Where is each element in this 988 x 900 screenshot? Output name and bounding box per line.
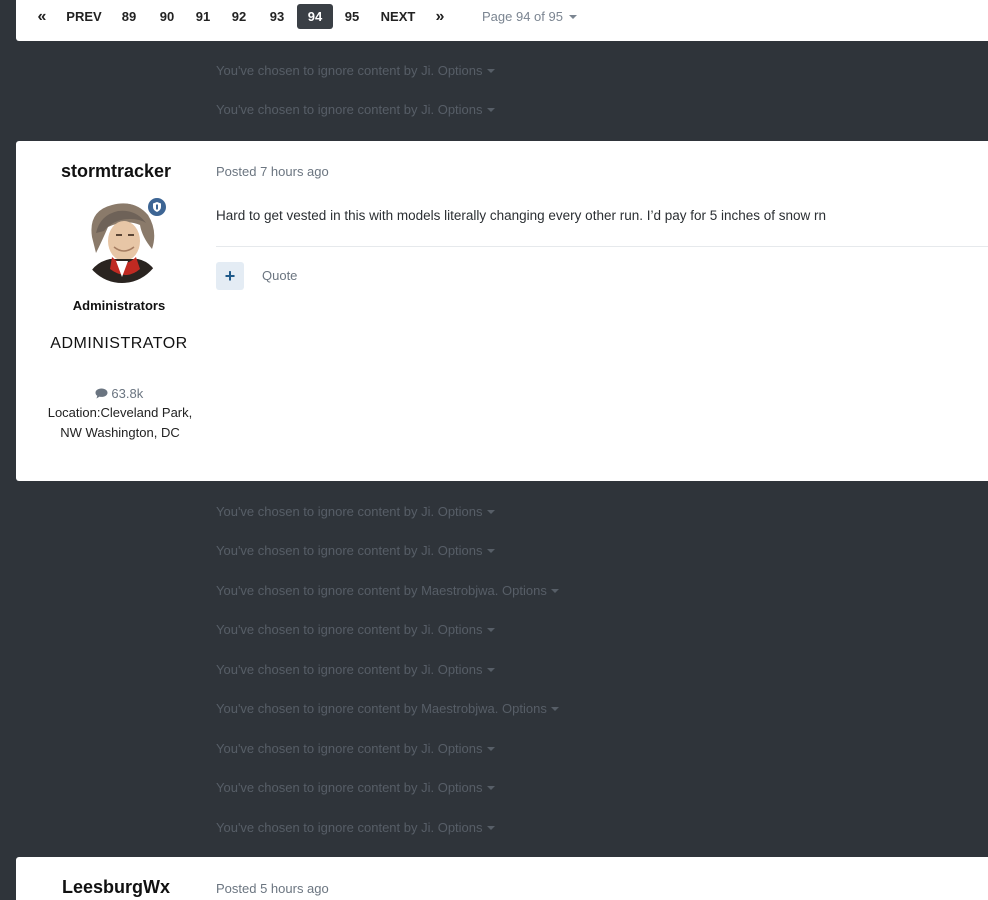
caret-down-icon [486, 825, 495, 830]
ignored-text: You've chosen to ignore content by Ji. O… [216, 504, 483, 519]
caret-down-icon [486, 548, 495, 553]
caret-down-icon [486, 627, 495, 632]
post-timestamp[interactable]: Posted 5 hours ago [216, 881, 329, 896]
ignored-content-notice[interactable]: You've chosen to ignore content by Ji. O… [216, 102, 495, 117]
caret-down-icon [486, 509, 495, 514]
caret-down-icon [486, 107, 495, 112]
post-count: 63.8k [16, 386, 222, 402]
caret-down-icon [550, 588, 559, 593]
ignored-content-notice[interactable]: You've chosen to ignore content by Ji. O… [216, 662, 495, 677]
ignored-text: You've chosen to ignore content by Ji. O… [216, 622, 483, 637]
author-name[interactable]: stormtracker [16, 161, 216, 182]
caret-down-icon [550, 706, 559, 711]
ignored-content-notice[interactable]: You've chosen to ignore content by Ji. O… [216, 63, 495, 78]
post-count-value: 63.8k [111, 386, 144, 401]
page-link-95[interactable]: 95 [339, 4, 365, 29]
ignored-text: You've chosen to ignore content by Ji. O… [216, 741, 483, 756]
post-content: Hard to get vested in this with models l… [216, 208, 827, 223]
page-link-90[interactable]: 90 [154, 4, 180, 29]
ignored-content-notice[interactable]: You've chosen to ignore content by Ji. O… [216, 820, 495, 835]
caret-down-icon [486, 746, 495, 751]
user-group-label: Administrators [72, 298, 166, 313]
caret-down-icon [486, 68, 495, 73]
ignored-content-notice[interactable]: You've chosen to ignore content by Ji. O… [216, 741, 495, 756]
page-link-94-current[interactable]: 94 [297, 4, 333, 29]
page-link-89[interactable]: 89 [116, 4, 142, 29]
page-jump-dropdown[interactable]: Page 94 of 95 [482, 4, 577, 29]
ignored-text: You've chosen to ignore content by Maest… [216, 583, 547, 598]
ignored-content-notice[interactable]: You've chosen to ignore content by Ji. O… [216, 622, 495, 637]
page-link-92[interactable]: 92 [226, 4, 252, 29]
multiquote-plus-button[interactable]: + [216, 262, 244, 290]
page-link-93[interactable]: 93 [264, 4, 290, 29]
post-timestamp[interactable]: Posted 7 hours ago [216, 164, 329, 179]
post-divider [216, 246, 988, 247]
caret-down-icon [486, 785, 495, 790]
ignored-content-notice[interactable]: You've chosen to ignore content by Ji. O… [216, 504, 495, 519]
ignored-text: You've chosen to ignore content by Ji. O… [216, 662, 483, 677]
user-location: Location:Cleveland Park, NW Washington, … [46, 403, 194, 443]
speech-bubble-icon [95, 387, 108, 402]
post-card: LeesburgWx Posted 5 hours ago [16, 857, 988, 900]
ignored-text: You've chosen to ignore content by Maest… [216, 701, 547, 716]
moderator-badge-icon [146, 196, 168, 218]
ignored-content-notice[interactable]: You've chosen to ignore content by Maest… [216, 583, 559, 598]
caret-down-icon [568, 14, 577, 19]
ignored-text: You've chosen to ignore content by Ji. O… [216, 102, 483, 117]
ignored-text: You've chosen to ignore content by Ji. O… [216, 543, 483, 558]
first-page-link[interactable]: « [34, 4, 50, 29]
ignored-content-notice[interactable]: You've chosen to ignore content by Ji. O… [216, 780, 495, 795]
page-of-label: Page 94 of 95 [482, 9, 563, 24]
last-page-link[interactable]: » [432, 4, 448, 29]
ignored-text: You've chosen to ignore content by Ji. O… [216, 820, 483, 835]
ignored-content-notice[interactable]: You've chosen to ignore content by Maest… [216, 701, 559, 716]
page-link-91[interactable]: 91 [191, 4, 215, 29]
ignored-text: You've chosen to ignore content by Ji. O… [216, 63, 483, 78]
quote-button[interactable]: Quote [262, 268, 297, 283]
author-name[interactable]: LeesburgWx [16, 877, 216, 898]
prev-page-link[interactable]: PREV [64, 4, 104, 29]
location-label: Location: [47, 405, 101, 420]
ignored-content-notice[interactable]: You've chosen to ignore content by Ji. O… [216, 543, 495, 558]
ignored-text: You've chosen to ignore content by Ji. O… [216, 780, 483, 795]
caret-down-icon [486, 667, 495, 672]
user-rank-title: ADMINISTRATOR [50, 335, 188, 352]
next-page-link[interactable]: NEXT [378, 4, 418, 29]
pagination-bar: « PREV 89 90 91 92 93 94 95 NEXT » Page … [16, 0, 988, 41]
post-card: stormtracker Administrators ADMINISTRATO [16, 141, 988, 481]
